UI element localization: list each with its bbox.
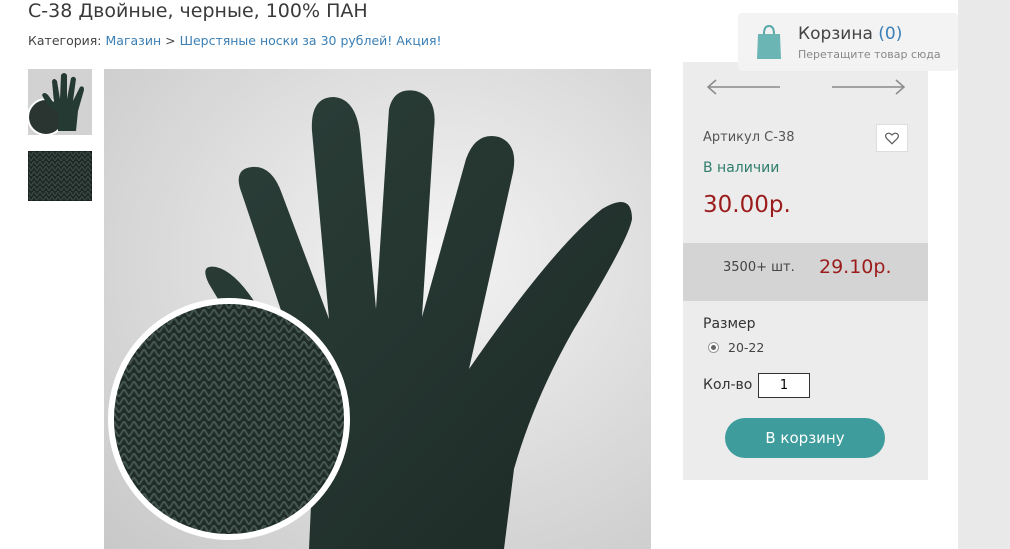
arrow-right-icon[interactable]: [830, 78, 906, 96]
cart-title: Корзина (0): [798, 24, 902, 44]
quantity-label: Кол-во: [703, 377, 753, 393]
breadcrumb-separator: >: [165, 33, 176, 48]
heart-icon: [885, 132, 899, 145]
glove-thumbnail-image: [28, 69, 92, 135]
knit-closeup-image: [28, 151, 92, 201]
quantity-input[interactable]: [758, 373, 810, 398]
size-label: Размер: [703, 316, 756, 332]
product-sku: Артикул С-38: [703, 130, 795, 145]
shopping-bag-icon: [757, 24, 781, 59]
favorite-button[interactable]: [876, 124, 908, 152]
breadcrumb-link-category[interactable]: Шерстяные носки за 30 рублей! Акция!: [180, 33, 442, 48]
size-radio-20-22[interactable]: [708, 342, 719, 353]
add-to-cart-button[interactable]: В корзину: [725, 418, 885, 458]
breadcrumb-label: Категория:: [28, 33, 102, 48]
stock-status: В наличии: [703, 160, 780, 176]
product-title: С-38 Двойные, черные, 100% ПАН: [28, 0, 368, 22]
cart-hint: Перетащите товар сюда: [798, 48, 941, 61]
size-option-label: 20-22: [728, 340, 765, 355]
page-side-strip: [958, 0, 1010, 549]
bulk-price: 29.10р.: [819, 256, 892, 278]
product-thumbnail-1[interactable]: [28, 69, 92, 135]
arrow-left-icon[interactable]: [706, 78, 782, 96]
glove-image: [108, 90, 632, 549]
breadcrumb-link-shop[interactable]: Магазин: [106, 33, 162, 48]
product-price: 30.00р.: [703, 192, 791, 218]
cart-count[interactable]: (0): [878, 24, 902, 44]
product-thumbnail-2[interactable]: [28, 151, 92, 201]
breadcrumb: Категория: Магазин > Шерстяные носки за …: [28, 33, 442, 48]
bulk-quantity: 3500+ шт.: [723, 260, 795, 275]
product-main-image[interactable]: [104, 69, 651, 549]
cart-title-text: Корзина: [798, 24, 873, 44]
